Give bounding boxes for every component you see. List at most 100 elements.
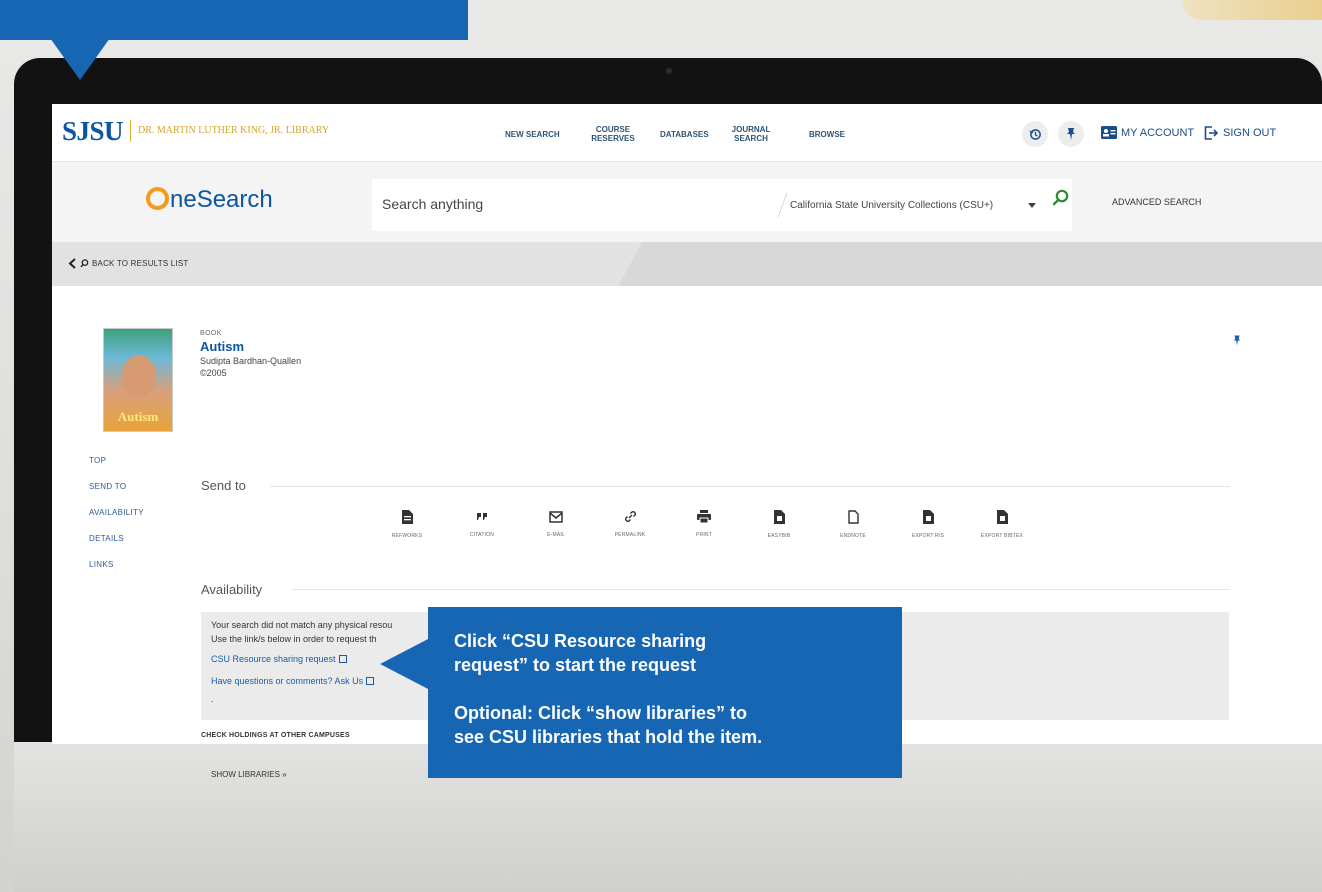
availability-instruction: Use the link/s below in order to request… [211,634,377,644]
search-input[interactable]: Search anything California State Univers… [372,179,1072,231]
action-export-bibtex[interactable]: EXPORT BIBTEX [972,510,1032,539]
availability-message: Your search did not match any physical r… [211,620,393,630]
sjsu-logo[interactable]: SJSU [62,116,124,147]
action-citation[interactable]: CITATION [452,510,512,538]
action-refworks[interactable]: REFWORKS [377,510,437,539]
envelope-icon [549,511,563,523]
back-link-label: BACK TO RESULTS LIST [92,259,189,268]
nav-browse[interactable]: BROWSE [809,130,845,139]
back-bar: BACK TO RESULTS LIST [52,242,1322,286]
sidenav-availability[interactable]: AVAILABILITY [89,508,144,517]
onesearch-logo[interactable]: neSearch [146,186,273,214]
corner-accent [1182,0,1322,20]
record-author[interactable]: Sudipta Bardhan-Quallen [200,356,301,366]
record-type: BOOK [200,330,222,337]
sidenav-top[interactable]: TOP [89,456,106,465]
search-history-button[interactable] [1022,121,1048,147]
advanced-search-link[interactable]: ADVANCED SEARCH [1112,197,1201,207]
top-header: SJSU DR. MARTIN LUTHER KING, JR. LIBRARY… [52,104,1322,162]
webcam-dot [666,68,672,74]
file-outline-icon [847,510,859,524]
refworks-icon [401,510,413,524]
external-link-icon [366,677,375,685]
chevron-down-icon[interactable] [1028,203,1036,208]
action-label: EXPORT RIS [911,533,945,539]
sidenav-send-to[interactable]: SEND TO [89,482,126,491]
action-label: E-MAIL [547,532,565,538]
callout-line-1: Click “CSU Resource sharing [454,631,707,651]
back-to-results-link[interactable]: BACK TO RESULTS LIST [68,258,188,269]
my-account-button[interactable]: MY ACCOUNT [1101,126,1194,139]
link-icon [624,511,636,522]
action-label: EASYBIB [767,533,791,539]
quote-icon [477,513,487,520]
callout-line-3: Optional: Click “show libraries” to [454,703,748,723]
cover-title: Autism [117,409,159,424]
action-label: CITATION [469,532,495,538]
document-icon [773,510,785,524]
search-placeholder: Search anything [382,196,484,212]
sign-out-button[interactable]: SIGN OUT [1204,126,1276,140]
action-easybib[interactable]: EASYBIB [749,510,809,539]
action-label: EXPORT BIBTEX [980,533,1024,539]
callout-line-2: request” to start the request [454,655,697,675]
sign-out-icon [1204,126,1219,140]
csu-resource-sharing-link[interactable]: CSU Resource sharing request [211,654,347,664]
action-label: PRINT [696,532,712,538]
send-to-heading: Send to [201,478,246,493]
onesearch-o-icon [146,187,169,210]
send-to-divider [270,486,1230,487]
search-icon [1052,189,1069,206]
history-icon [1028,128,1041,140]
onesearch-wordmark: neSearch [170,186,273,213]
csu-resource-sharing-label: CSU Resource sharing request [211,654,336,664]
account-card-icon [1101,126,1117,139]
nav-journal-search[interactable]: JOURNAL SEARCH [730,125,772,143]
action-email[interactable]: E-MAIL [526,510,586,538]
record-date: ©2005 [200,368,227,378]
callout-pointer [380,638,430,690]
search-small-icon [80,259,89,268]
action-permalink[interactable]: PERMALINK [600,510,660,538]
pin-icon [1233,335,1241,346]
printer-icon [697,510,711,524]
sidenav-details[interactable]: DETAILS [89,534,124,543]
instruction-callout: Click “CSU Resource sharing request” to … [428,607,902,778]
export-file-icon [996,510,1008,524]
export-file-icon [922,510,934,524]
pin-icon [1067,128,1075,140]
search-submit-button[interactable] [1052,189,1070,212]
callout-line-4: see CSU libraries that hold the item. [454,727,763,747]
banner-pointer [50,38,110,80]
action-label: PERMALINK [614,532,646,538]
show-libraries-button[interactable]: SHOW LIBRARIES » [211,770,287,779]
record-title[interactable]: Autism [200,339,244,354]
sign-out-label: SIGN OUT [1223,127,1277,139]
availability-divider [292,589,1230,590]
search-bar-area: neSearch Search anything California Stat… [52,162,1322,242]
nav-course-reserves[interactable]: COURSE RESERVES [590,125,636,143]
my-account-label: MY ACCOUNT [1121,126,1195,139]
action-endnote[interactable]: ENDNOTE [823,510,883,539]
action-label: ENDNOTE [840,533,866,539]
availability-heading: Availability [201,582,263,597]
nav-databases[interactable]: DATABASES [660,130,709,139]
book-cover-thumbnail[interactable]: Autism [103,328,173,432]
scope-divider [777,193,788,217]
instruction-banner [0,0,468,40]
sidenav-links[interactable]: LINKS [89,560,114,569]
chevron-left-icon [68,258,76,269]
library-name[interactable]: DR. MARTIN LUTHER KING, JR. LIBRARY [138,125,329,136]
ask-us-link[interactable]: Have questions or comments? Ask Us [211,676,375,686]
cover-face-image [122,355,156,397]
logo-divider [130,120,131,142]
action-print[interactable]: PRINT [674,510,734,538]
nav-new-search[interactable]: NEW SEARCH [505,130,560,139]
favorites-button[interactable] [1058,121,1084,147]
external-link-icon [338,655,347,663]
action-label: REFWORKS [391,533,423,539]
ask-us-label: Have questions or comments? Ask Us [211,676,364,686]
search-scope-select[interactable]: California State University Collections … [790,200,993,211]
pin-record-button[interactable] [1232,334,1242,352]
action-export-ris[interactable]: EXPORT RIS [898,510,958,539]
